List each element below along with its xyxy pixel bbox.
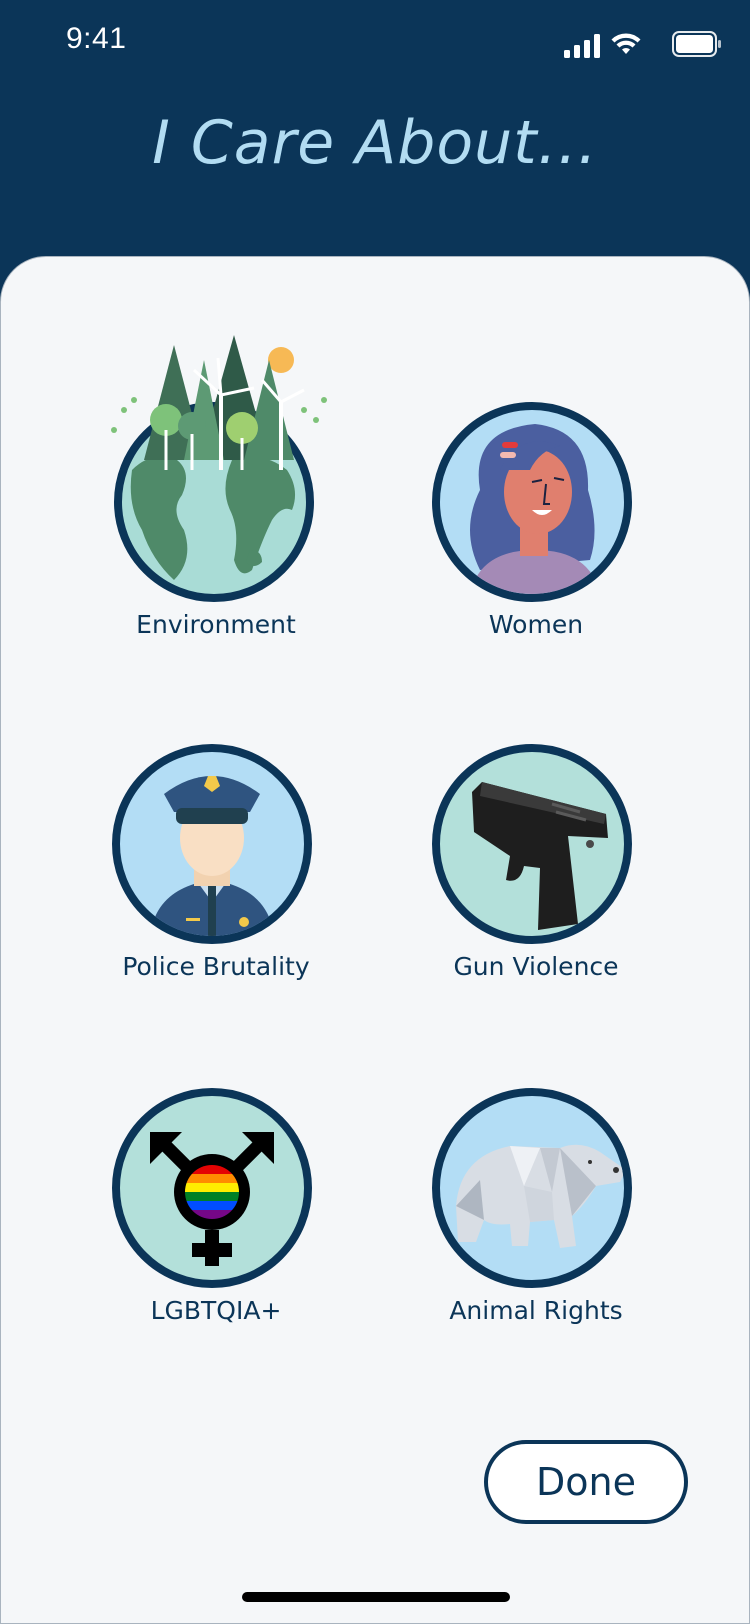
- police-officer-icon: [150, 776, 274, 936]
- page-title: I Care About...: [152, 108, 598, 178]
- wifi-icon: [611, 33, 641, 54]
- cause-label-police-brutality: Police Brutality: [122, 952, 310, 981]
- cellular-signal-icon: [564, 34, 600, 58]
- cause-option-women[interactable]: Women: [396, 402, 676, 670]
- home-indicator: [242, 1592, 510, 1602]
- cause-label-gun-violence: Gun Violence: [453, 952, 619, 981]
- cause-option-gun-violence[interactable]: Gun Violence: [396, 744, 676, 1014]
- woman-portrait-icon: [470, 424, 600, 594]
- cause-option-animal-rights[interactable]: Animal Rights: [396, 1088, 676, 1358]
- lgbtqia-circle: [112, 1088, 312, 1288]
- cause-label-women: Women: [488, 610, 584, 639]
- cause-option-lgbtqia[interactable]: LGBTQIA+: [76, 1088, 356, 1358]
- women-circle: [432, 402, 632, 602]
- cause-label-lgbtqia: LGBTQIA+: [150, 1296, 282, 1325]
- gun-violence-circle: [432, 744, 632, 944]
- forest-windmill-illustration: [111, 335, 327, 470]
- cause-option-police-brutality[interactable]: Police Brutality: [76, 744, 356, 1014]
- battery-icon: [672, 31, 721, 57]
- cause-option-environment[interactable]: Environment: [76, 330, 356, 670]
- transgender-rainbow-icon: [150, 1132, 274, 1266]
- animal-rights-circle: [432, 1088, 632, 1288]
- police-circle: [112, 744, 312, 944]
- polar-bear-icon: [456, 1144, 624, 1248]
- status-bar: 9:41: [0, 0, 750, 90]
- cause-label-animal-rights: Animal Rights: [449, 1296, 623, 1325]
- cause-label-environment: Environment: [136, 610, 296, 639]
- done-button[interactable]: Done: [484, 1440, 688, 1524]
- handgun-icon: [472, 782, 608, 930]
- status-time: 9:41: [66, 22, 127, 55]
